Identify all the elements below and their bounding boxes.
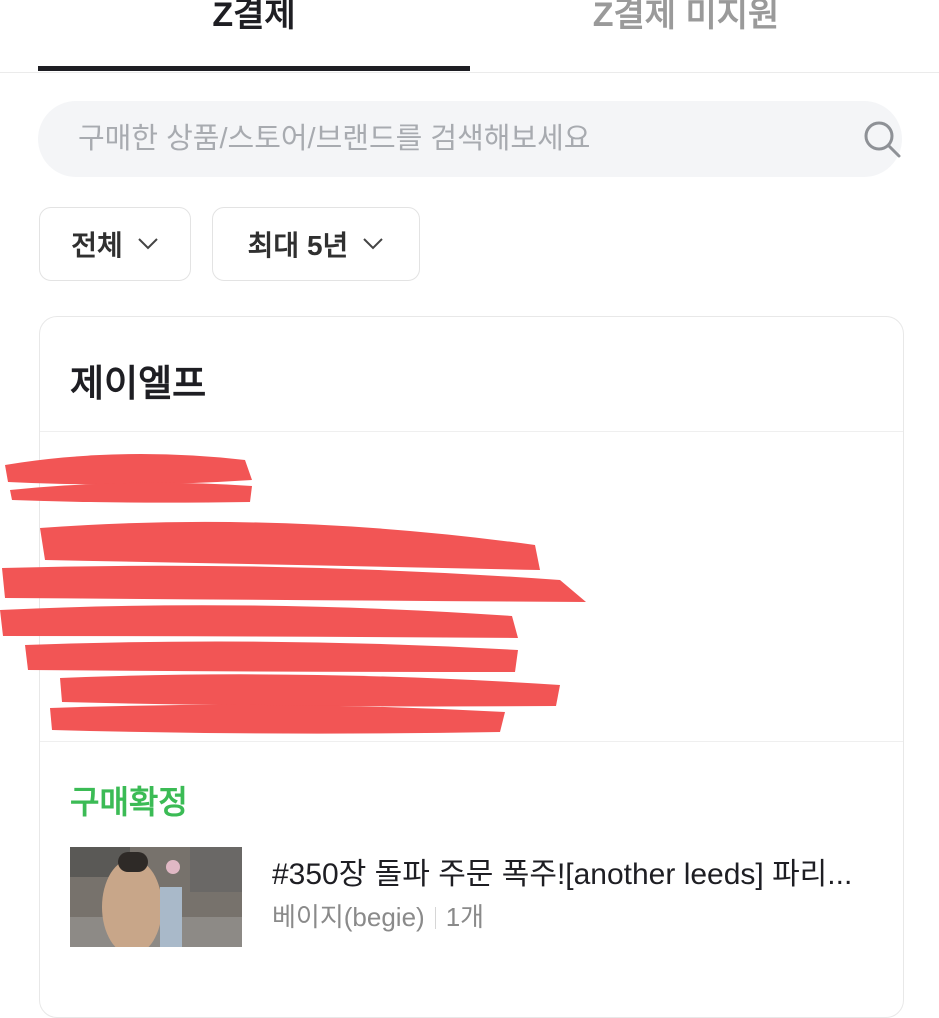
- period-filter-dropdown[interactable]: 최대 5년: [212, 207, 420, 281]
- type-filter-label: 전체: [71, 230, 123, 261]
- active-tab-indicator: [38, 66, 470, 71]
- divider: [40, 431, 903, 432]
- type-filter-dropdown[interactable]: 전체: [39, 207, 191, 281]
- period-filter-label: 최대 5년: [247, 230, 349, 261]
- product-options: 베이지(begie) 1개: [272, 897, 484, 934]
- divider: [40, 741, 903, 742]
- order-status: 구매확정: [70, 784, 188, 820]
- product-photo: [70, 847, 242, 947]
- chevron-down-icon: [138, 238, 158, 250]
- product-quantity: 1개: [445, 902, 485, 932]
- search-icon[interactable]: [860, 117, 904, 161]
- store-name[interactable]: 제이엘프: [70, 353, 206, 407]
- tab-bar: Z결제 Z결제 미지원: [0, 0, 939, 73]
- product-option: 베이지(begie): [272, 902, 425, 932]
- product-name[interactable]: #350장 돌파 주문 폭주![another leeds] 파리...: [272, 849, 882, 893]
- search-input[interactable]: [78, 101, 818, 177]
- search-bar: [38, 101, 902, 177]
- divider: [434, 907, 436, 929]
- chevron-down-icon: [363, 238, 384, 250]
- product-thumbnail[interactable]: [70, 847, 242, 947]
- tab-z-payment[interactable]: Z결제: [38, 0, 470, 72]
- tab-z-payment-unsupported[interactable]: Z결제 미지원: [470, 0, 902, 72]
- redaction-scribble: [0, 454, 586, 734]
